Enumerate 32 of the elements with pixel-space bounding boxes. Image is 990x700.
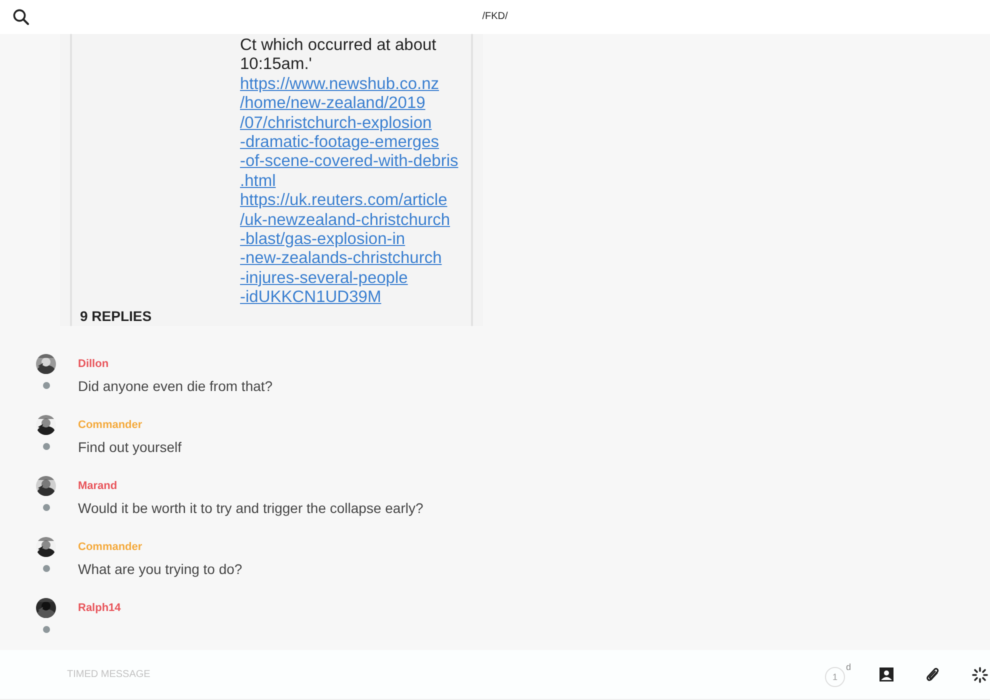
link-text[interactable]: -new-zealands-christchurch <box>240 249 442 269</box>
link-text[interactable]: -blast/gas-explosion-in <box>240 230 406 250</box>
link-text[interactable]: /uk-newzealand-christchurch <box>240 210 450 230</box>
status-dot <box>42 442 50 450</box>
message-text: What are you trying to do? <box>78 560 242 578</box>
status-dot <box>42 564 50 572</box>
link-text[interactable]: -dramatic-footage-emerges <box>240 133 439 152</box>
author-name: Marand <box>78 480 118 493</box>
author-name: Commander <box>78 418 142 432</box>
link-text[interactable]: -idUKKCN1UD39M <box>240 288 382 308</box>
link-text[interactable]: .html <box>240 172 276 192</box>
author-name: Commander <box>78 540 142 554</box>
status-dot <box>42 626 50 633</box>
author-name: Ralph14 <box>78 602 121 615</box>
message-text: Find out yourself <box>78 438 182 456</box>
search-icon[interactable] <box>13 9 29 25</box>
link-text[interactable]: /home/new-zealand/2019 <box>240 94 426 114</box>
link-text[interactable]: https://uk.reuters.com/article <box>240 191 448 211</box>
message-text: Would it be worth it to try and trigger the collapse early? <box>78 498 424 517</box>
link-text[interactable]: -of-scene-covered-with-debris <box>240 152 458 172</box>
author-name: Dillon <box>78 358 109 371</box>
message-text: Ct which occurred at about <box>240 36 436 56</box>
channel-title: /FKD/ <box>482 11 508 22</box>
link-text[interactable]: /07/christchurch-explosion <box>240 114 432 134</box>
status-dot <box>42 382 50 389</box>
link-text[interactable]: https://www.newshub.co.nz <box>240 74 440 94</box>
status-dot <box>42 504 50 511</box>
replies-count: 9 REPLIES <box>80 308 152 324</box>
message-text: 10:15am.' <box>240 55 312 75</box>
message-text: Did anyone even die from that? <box>78 376 273 395</box>
link-text[interactable]: -injures-several-people <box>240 268 408 288</box>
message-field[interactable]: TIMED MESSAGE <box>67 669 367 680</box>
